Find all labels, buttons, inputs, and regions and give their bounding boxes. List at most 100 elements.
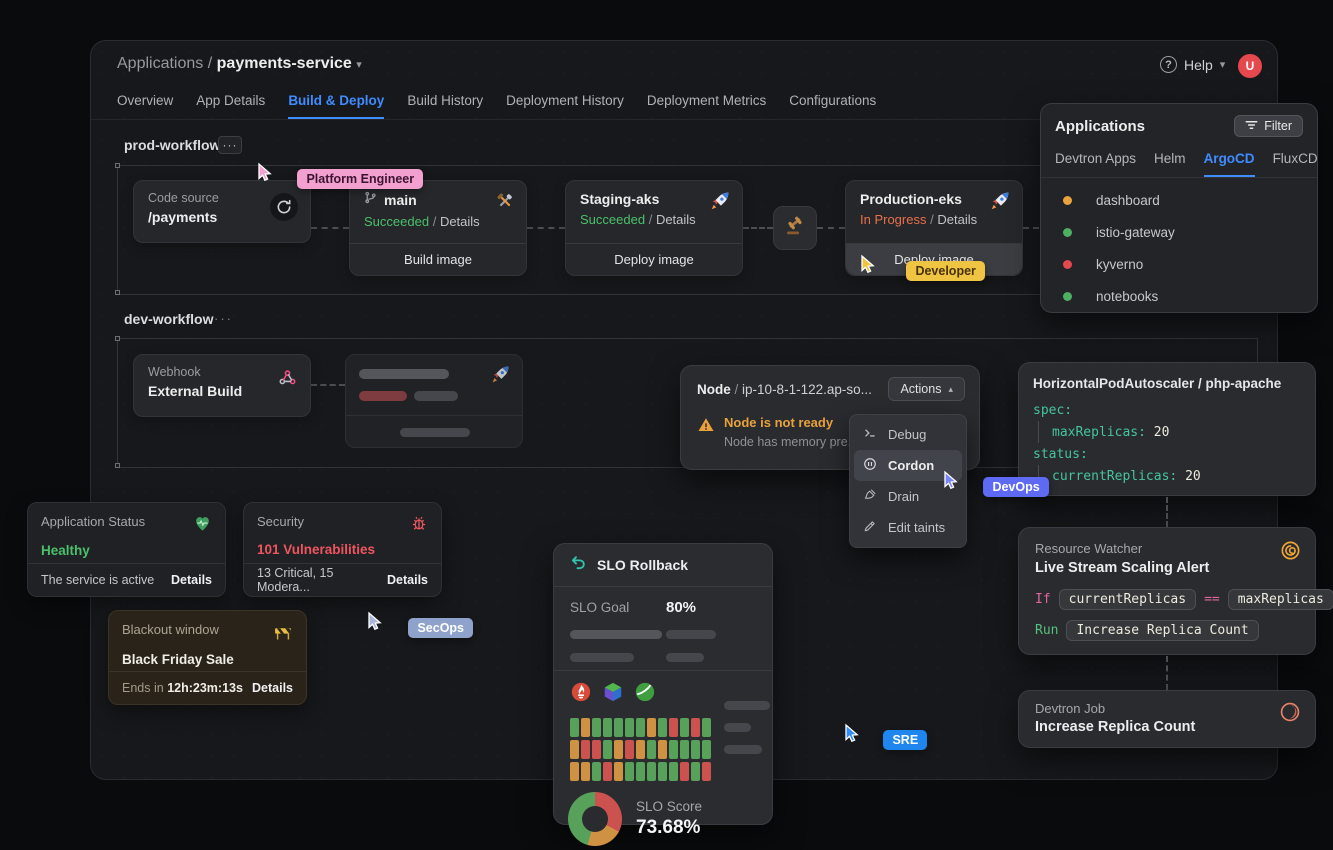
code-source-card[interactable]: Code source /payments <box>133 180 311 243</box>
skeleton-bar <box>570 653 634 662</box>
node-actions-button[interactable]: Actions ▴ <box>888 377 965 401</box>
heartbeat-icon <box>193 514 212 538</box>
prometheus-icon <box>570 681 592 708</box>
avatar[interactable]: U <box>1238 54 1262 78</box>
application-status-value: Healthy <box>41 543 212 558</box>
slo-grid-cell <box>581 740 590 759</box>
sre-cursor: SRE <box>842 723 927 750</box>
skeleton-bar <box>400 428 470 437</box>
app-switcher-chevron-icon[interactable]: ▾ <box>356 59 362 71</box>
breadcrumb-root[interactable]: Applications <box>117 55 203 72</box>
status-dot <box>1063 292 1072 301</box>
build-details-link[interactable]: Details <box>440 214 480 229</box>
pencil-icon <box>863 519 877 536</box>
applications-tab[interactable]: Devtron Apps <box>1055 151 1136 177</box>
staging-stage-card[interactable]: Staging-aks Succeeded / Details Deploy i… <box>565 180 743 276</box>
condition-left-chip[interactable]: currentReplicas <box>1059 589 1196 610</box>
hpa-panel: HorizontalPodAutoscaler / php-apache spe… <box>1018 362 1316 496</box>
applications-tab[interactable]: FluxCD <box>1273 151 1318 177</box>
selection-handle[interactable] <box>115 290 120 295</box>
secops-label: SecOps <box>408 618 473 638</box>
build-status: Succeeded <box>364 214 429 229</box>
connector <box>743 227 773 229</box>
applications-panel-title: Applications <box>1055 118 1145 135</box>
applications-panel: Applications Filter Devtron Apps Helm Ar… <box>1040 103 1318 313</box>
nav-tab[interactable]: App Details <box>196 93 265 119</box>
nav-tab[interactable]: Build History <box>407 93 483 119</box>
menu-item-debug[interactable]: Debug <box>854 419 962 450</box>
node-warning-desc: Node has memory pre... <box>724 435 858 449</box>
staging-details-link[interactable]: Details <box>656 212 696 227</box>
slo-grid-cell <box>625 718 634 737</box>
prod-workflow-menu-button[interactable]: ··· <box>218 136 242 154</box>
skeleton-bar <box>359 391 407 401</box>
approval-gate[interactable] <box>773 206 817 250</box>
production-name: Production-eks <box>860 191 1008 207</box>
application-status-details-link[interactable]: Details <box>171 573 212 587</box>
blackout-title: Blackout window <box>122 622 219 637</box>
selection-handle[interactable] <box>115 163 120 168</box>
help-menu[interactable]: ? Help ▾ <box>1160 56 1225 73</box>
blackout-window-card[interactable]: Blackout window Black Friday Sale Ends i… <box>108 610 307 705</box>
menu-item-edit-taints[interactable]: Edit taints <box>854 512 962 543</box>
node-kind: Node <box>697 382 731 397</box>
skeleton-bar <box>724 723 751 732</box>
nav-tab[interactable]: Build & Deploy <box>288 93 384 119</box>
prod-workflow-title: prod-workflow <box>124 137 220 153</box>
terminal-icon <box>863 426 877 443</box>
security-value: 101 Vulnerabilities <box>257 542 428 557</box>
staging-status: Succeeded <box>580 212 645 227</box>
slo-grid-cell <box>691 718 700 737</box>
security-card[interactable]: Security 101 Vulnerabilities 13 Critical… <box>243 502 442 597</box>
application-list-item[interactable]: notebooks <box>1041 280 1317 312</box>
staging-deploy-action[interactable]: Deploy image <box>566 243 742 275</box>
connector <box>311 384 345 386</box>
application-list-item[interactable]: dashboard <box>1041 184 1317 216</box>
condition-right-chip[interactable]: maxReplicas <box>1228 589 1333 610</box>
applications-tab[interactable]: ArgoCD <box>1204 151 1255 177</box>
nav-tab[interactable]: Deployment Metrics <box>647 93 766 119</box>
webhook-card[interactable]: Webhook External Build <box>133 354 311 417</box>
slo-score-label: SLO Score <box>636 799 702 814</box>
slo-grid-cell <box>636 740 645 759</box>
build-image-action[interactable]: Build image <box>350 243 526 275</box>
nav-tab[interactable]: Deployment History <box>506 93 624 119</box>
staging-name: Staging-aks <box>580 191 728 207</box>
slo-grid-cell <box>603 718 612 737</box>
nav-tab[interactable]: Overview <box>117 93 173 119</box>
nav-tab[interactable]: Configurations <box>789 93 876 119</box>
security-details-link[interactable]: Details <box>387 573 428 587</box>
filter-button[interactable]: Filter <box>1234 115 1303 137</box>
slo-grid-cell <box>647 762 656 781</box>
devtron-job-panel[interactable]: Devtron Job Increase Replica Count <box>1018 690 1316 748</box>
blackout-details-link[interactable]: Details <box>252 681 293 695</box>
git-branch-icon <box>364 191 377 209</box>
build-stage-card[interactable]: main Succeeded / Details Build image <box>349 180 527 276</box>
blackout-countdown: 12h:23m:13s <box>167 681 243 695</box>
rocket-icon <box>710 190 731 216</box>
slo-grid-cell <box>625 762 634 781</box>
selection-handle[interactable] <box>115 463 120 468</box>
application-status-card[interactable]: Application Status Healthy The service i… <box>27 502 226 597</box>
run-target-chip[interactable]: Increase Replica Count <box>1066 620 1258 641</box>
hammer-wrench-icon <box>495 191 515 216</box>
application-list-item[interactable]: kyverno <box>1041 248 1317 280</box>
yaml-status-key: status: <box>1033 443 1301 465</box>
platform-engineer-label: Platform Engineer <box>297 169 423 189</box>
production-details-link[interactable]: Details <box>937 212 977 227</box>
chevron-up-icon: ▴ <box>948 384 953 395</box>
application-list-item[interactable]: istio-gateway <box>1041 216 1317 248</box>
slo-grid-cell <box>702 718 711 737</box>
rocket-icon <box>491 364 511 389</box>
slo-grid-cell <box>647 718 656 737</box>
git-sync-icon <box>270 193 298 221</box>
skeleton-bar <box>724 745 762 754</box>
branch-name: main <box>384 192 417 208</box>
dev-workflow-menu-button[interactable]: ··· <box>214 311 233 326</box>
applications-tab[interactable]: Helm <box>1154 151 1186 177</box>
selection-handle[interactable] <box>115 336 120 341</box>
connector <box>527 227 565 229</box>
gavel-icon <box>783 214 807 243</box>
brush-icon <box>863 488 877 505</box>
resource-watcher-title: Resource Watcher <box>1035 541 1299 556</box>
